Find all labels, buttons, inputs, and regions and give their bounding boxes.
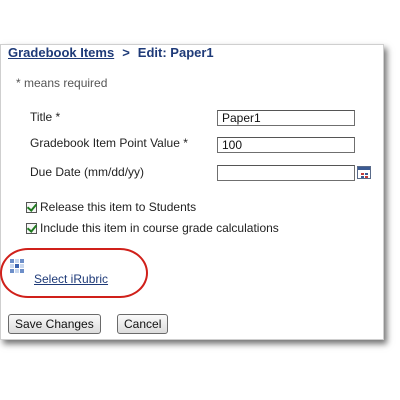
highlight-circle	[0, 248, 148, 298]
include-check-row[interactable]: Include this item in course grade calcul…	[26, 221, 279, 235]
release-label: Release this item to Students	[40, 200, 197, 214]
breadcrumb-current: Edit: Paper1	[137, 45, 214, 60]
points-input[interactable]	[217, 137, 355, 153]
include-label: Include this item in course grade calcul…	[40, 221, 279, 235]
breadcrumb: Gradebook Items > Edit: Paper1	[8, 45, 214, 60]
due-date-input[interactable]	[217, 165, 355, 181]
checkmark-icon	[26, 221, 38, 233]
release-check-row[interactable]: Release this item to Students	[26, 200, 196, 214]
release-checkbox[interactable]	[26, 200, 38, 213]
checkmark-icon	[26, 200, 38, 212]
breadcrumb-gradebook-items-link[interactable]: Gradebook Items	[8, 45, 114, 60]
due-date-label: Due Date (mm/dd/yy)	[30, 165, 145, 179]
title-label: Title *	[30, 110, 61, 124]
include-checkbox[interactable]	[26, 221, 38, 234]
save-changes-button[interactable]: Save Changes	[8, 314, 101, 334]
cancel-button[interactable]: Cancel	[117, 314, 169, 334]
required-note: * means required	[16, 76, 108, 90]
calendar-icon[interactable]	[357, 166, 371, 179]
title-input[interactable]	[217, 110, 355, 126]
points-label: Gradebook Item Point Value *	[30, 136, 188, 150]
breadcrumb-separator: >	[122, 45, 130, 60]
